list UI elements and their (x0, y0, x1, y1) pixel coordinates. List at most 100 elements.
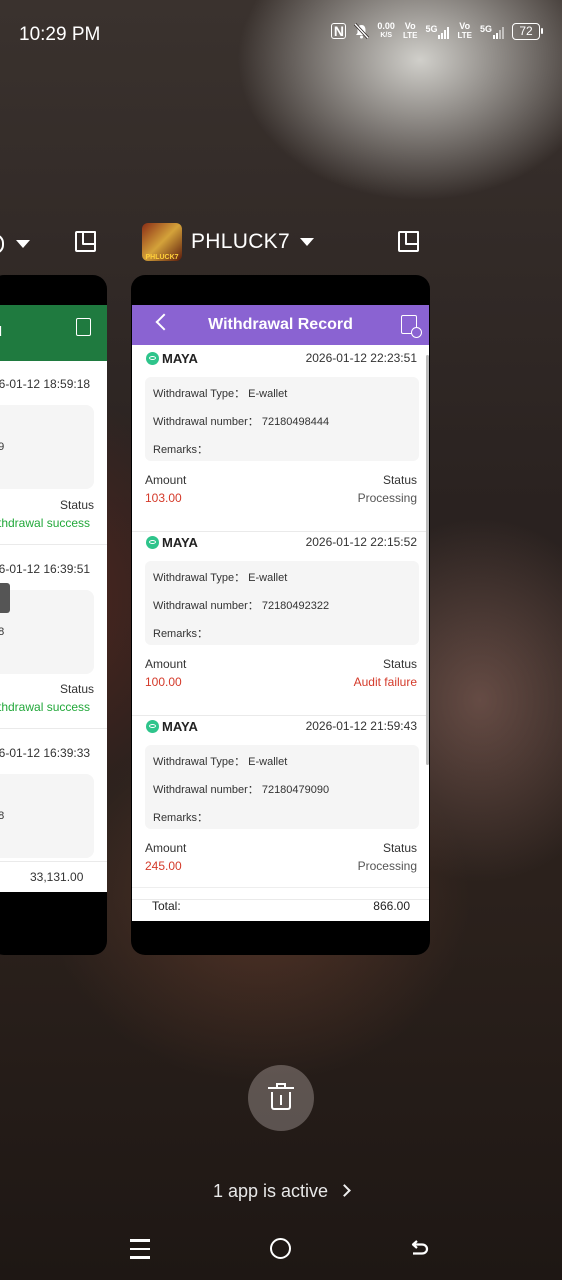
remarks-label: Remarks： (153, 628, 209, 640)
amount-label: Amount (145, 841, 187, 855)
amount-value: 100.00 (145, 675, 182, 689)
record-details: Withdrawal Type： E-wallet Withdrawal num… (145, 745, 419, 829)
sim1-signal-icon: 5G (425, 24, 450, 39)
sim2-volte: Vo LTE (457, 21, 472, 41)
split-screen-icon[interactable] (75, 231, 96, 252)
record-details: Withdrawal Type： E-wallet Withdrawal num… (145, 377, 419, 461)
split-screen-icon[interactable] (398, 231, 419, 252)
amount-label: Amount (145, 473, 187, 487)
type-label: Withdrawal Type： (153, 572, 246, 584)
left-detail-box: 78 (0, 590, 94, 674)
left-total: 33,131.00 (30, 870, 84, 884)
clear-all-button[interactable] (248, 1065, 314, 1131)
number-value: 72180498444 (261, 416, 330, 428)
type-value: E-wallet (248, 756, 288, 768)
left-date: 26-01-12 18:59:18 (0, 377, 91, 391)
left-status: thdrawal success (0, 700, 91, 714)
navigation-bar (0, 1236, 562, 1264)
remarks-label: Remarks： (153, 444, 209, 456)
home-icon[interactable] (270, 1238, 291, 1259)
maya-icon (146, 352, 159, 365)
chevron-right-icon (338, 1184, 351, 1197)
status-label: Status (382, 841, 417, 855)
chevron-down-icon (16, 240, 30, 248)
left-app-toolbar: rd (0, 305, 107, 361)
left-status: thdrawal success (0, 516, 91, 530)
left-date: 26-01-12 16:39:33 (0, 746, 91, 760)
remarks-label: Remarks： (153, 812, 209, 824)
record-date: 2026-01-12 21:59:43 (305, 719, 417, 733)
active-apps-text: 1 app is active (212, 1181, 329, 1201)
status-label: Status (382, 657, 417, 671)
left-detail-box: 58 (0, 774, 94, 858)
record-date: 2026-01-12 22:15:52 (305, 535, 417, 549)
title-bar: Withdrawal Record (132, 305, 429, 345)
type-value: E-wallet (248, 572, 288, 584)
left-status-label: Status (60, 682, 95, 696)
mute-bell-icon (354, 23, 370, 39)
menu-icon[interactable] (130, 1239, 150, 1259)
status-value: Audit failure (353, 675, 417, 689)
clock: 10:29 PM (19, 24, 101, 45)
left-app-title: rd (0, 323, 2, 339)
page-title: Withdrawal Record (208, 316, 353, 333)
maya-icon (146, 536, 159, 549)
left-status-label: Status (60, 498, 95, 512)
record-icon (76, 318, 91, 336)
sim2-signal-icon: 5G (480, 24, 504, 39)
app-header[interactable]: PHLUCK7 PHLUCK7 (142, 222, 432, 262)
scrollbar[interactable] (426, 355, 429, 765)
back-arrow-icon[interactable] (155, 313, 173, 331)
record-details: Withdrawal Type： E-wallet Withdrawal num… (145, 561, 419, 645)
status-value: Processing (357, 859, 417, 873)
trash-icon (268, 1083, 294, 1110)
status-bar: 10:29 PM N 0.00 K/S Vo LTE 5G Vo LTE 5G (0, 0, 562, 70)
chevron-down-icon (299, 238, 314, 246)
left-app-card[interactable]: rd 26-01-12 18:59:18 39 Status thdrawal … (0, 275, 107, 955)
payment-method: MAYA (162, 351, 198, 366)
payment-method: MAYA (162, 535, 198, 550)
active-apps-link[interactable]: 1 app is active (0, 1181, 562, 1202)
left-app-screen: rd 26-01-12 18:59:18 39 Status thdrawal … (0, 305, 107, 892)
net-speed: 0.00 K/S (377, 21, 395, 40)
total-value: 866.00 (373, 899, 410, 913)
left-number: 39 (0, 441, 5, 453)
withdrawal-record: MAYA 2026-01-12 22:15:52 Withdrawal Type… (132, 531, 429, 716)
sim1-volte: Vo LTE (402, 21, 418, 41)
app-name: PHLUCK7 (191, 230, 290, 253)
app-card[interactable]: Withdrawal Record MAYA 2026-01-12 22:23:… (131, 275, 430, 955)
record-settings-icon[interactable] (401, 315, 422, 338)
total-label: Total: (152, 899, 181, 913)
amount-label: Amount (145, 657, 187, 671)
number-value: 72180492322 (261, 600, 330, 612)
withdrawal-record: MAYA 2026-01-12 21:59:43 Withdrawal Type… (132, 715, 429, 900)
payment-method: MAYA (162, 719, 198, 734)
app-logo: PHLUCK7 (142, 223, 182, 261)
number-label: Withdrawal number： (153, 600, 259, 612)
left-toast (0, 583, 10, 613)
back-icon[interactable] (411, 1239, 429, 1255)
battery-icon: 72 (512, 22, 543, 40)
left-number: 58 (0, 810, 5, 822)
type-label: Withdrawal Type： (153, 388, 246, 400)
type-value: E-wallet (248, 388, 288, 400)
withdrawal-record: MAYA 2026-01-12 22:23:51 Withdrawal Type… (132, 347, 429, 532)
left-date: 26-01-12 16:39:51 (0, 562, 91, 576)
left-number: 78 (0, 626, 5, 638)
app-screen: Withdrawal Record MAYA 2026-01-12 22:23:… (132, 305, 429, 921)
amount-value: 103.00 (145, 491, 182, 505)
number-label: Withdrawal number： (153, 784, 259, 796)
type-label: Withdrawal Type： (153, 756, 246, 768)
number-label: Withdrawal number： (153, 416, 259, 428)
total-row: Total: 866.00 (132, 887, 429, 921)
nfc-icon: N (331, 23, 347, 39)
status-value: Processing (357, 491, 417, 505)
status-label: Status (382, 473, 417, 487)
left-app-header[interactable] (0, 232, 36, 256)
amount-value: 245.00 (145, 859, 182, 873)
number-value: 72180479090 (261, 784, 330, 796)
status-icons: N 0.00 K/S Vo LTE 5G Vo LTE 5G 72 (331, 21, 543, 41)
record-date: 2026-01-12 22:23:51 (305, 351, 417, 365)
left-detail-box: 39 (0, 405, 94, 489)
maya-icon (146, 720, 159, 733)
